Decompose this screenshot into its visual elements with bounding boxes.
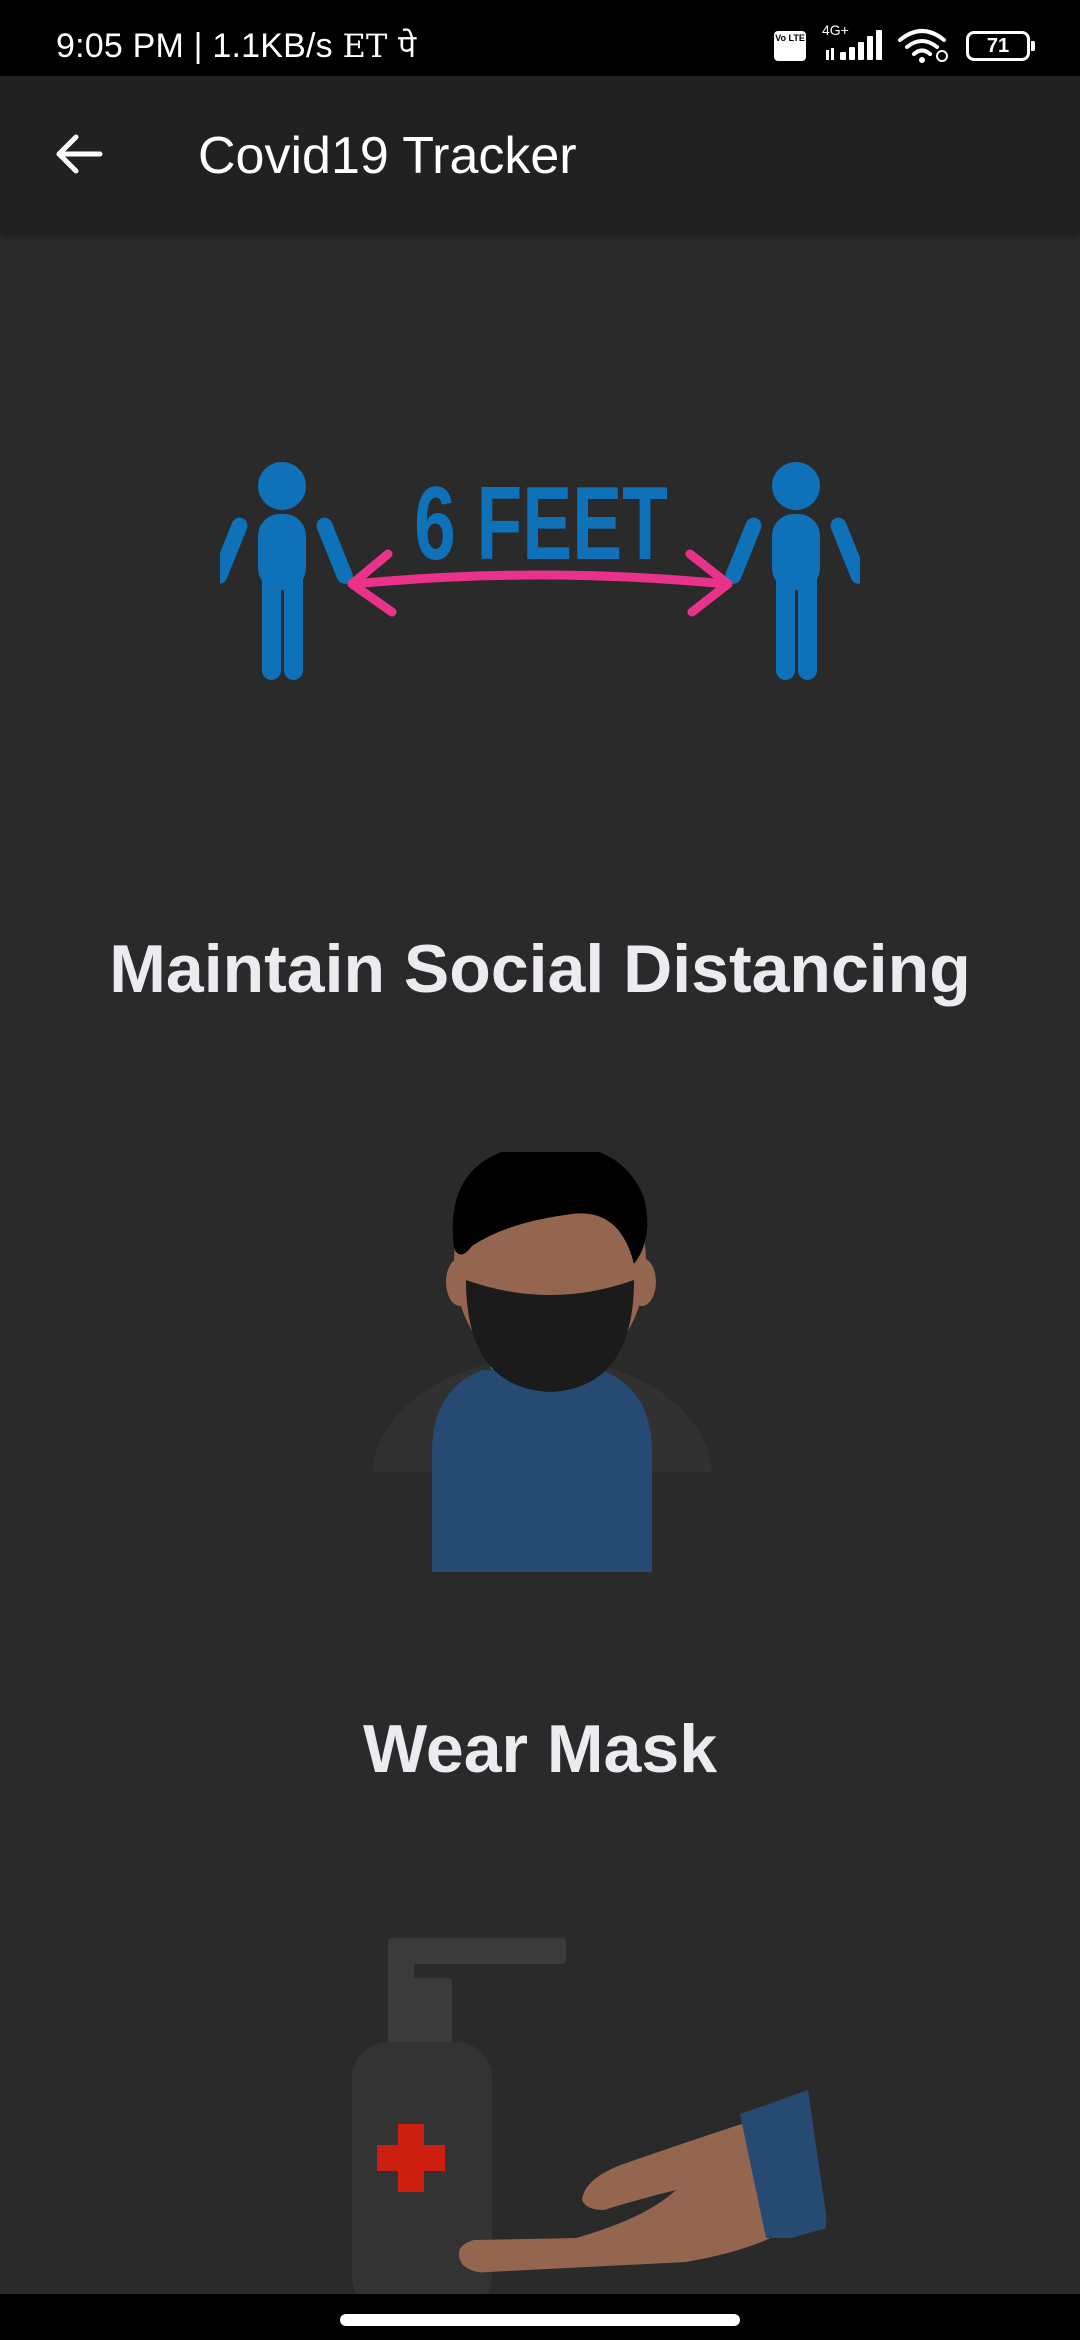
hand-sanitizer-illustration [352,1938,826,2294]
wear-mask-illustration [372,1152,712,1572]
status-time: 9:05 PM | 1.1KB/s [56,27,333,65]
tip-caption: Maintain Social Distancing [109,931,971,1007]
wifi-icon [898,29,948,63]
arrow-left-icon [56,134,103,174]
tips-list[interactable]: 6 FEET Maintain Social Distancing Wear M… [0,232,1080,2294]
page-title: Covid19 Tracker [198,127,577,185]
status-extra-glyphs: ET पे [342,27,417,65]
status-bar: 9:05 PM | 1.1KB/s ET पे Vo LTE 4G+ 71 [0,0,1080,76]
signal-icon: 4G+ [822,22,882,64]
navigation-bar [0,2294,1080,2340]
distance-label: 6 FEET [414,466,668,582]
home-indicator[interactable] [340,2314,740,2326]
person-left-icon [220,462,353,680]
battery-icon: 71 [966,31,1035,61]
person-right-icon [725,462,860,680]
back-button[interactable] [36,112,120,196]
social-distance-illustration: 6 FEET [220,462,860,680]
app-bar: Covid19 Tracker [0,76,1080,232]
status-icons: Vo LTE 4G+ 71 [774,22,1035,66]
tip-caption: Wear Mask [362,1711,718,1787]
volte-icon: Vo LTE [774,31,806,61]
